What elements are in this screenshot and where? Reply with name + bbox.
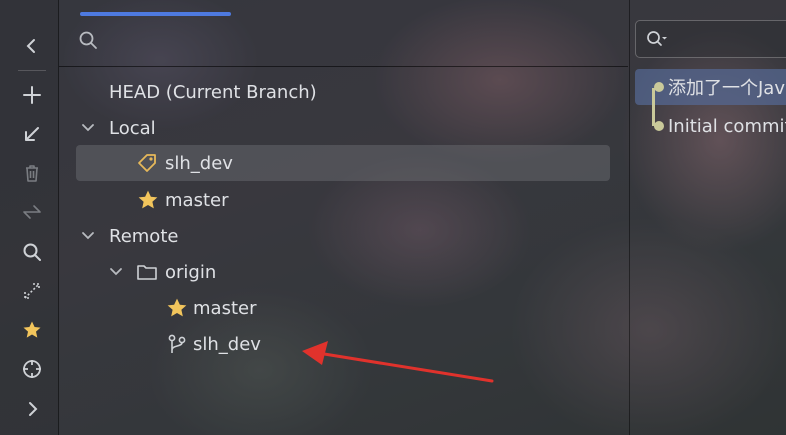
commit-graph-line [652,88,655,126]
compare-icon [24,283,40,299]
branches-toolbar [0,0,59,435]
delete-branch-button[interactable] [16,157,48,189]
annotation-arrow [302,341,494,383]
remote-group-row[interactable]: Remote [59,218,619,254]
plus-icon [23,86,41,104]
remote-branch-label: slh_dev [193,333,261,355]
favorite-button[interactable] [16,314,48,346]
search-icon [23,243,41,261]
commit-graph-node [654,121,664,131]
commit-message: Initial commit [668,115,786,137]
branch-icon [168,334,186,353]
local-branch-row[interactable]: master [59,182,619,218]
remote-group-label: Remote [109,225,179,247]
merge-button[interactable] [16,196,48,228]
star-icon [138,190,158,209]
active-tab-indicator [80,12,231,16]
trash-icon [26,165,38,182]
locate-icon [23,360,41,378]
compare-button[interactable] [16,275,48,307]
commit-message: 添加了一个Jav [668,78,785,99]
commit-log-panel: 添加了一个Jav Initial commit [629,0,786,435]
commit-row-selected[interactable]: 添加了一个Jav [635,69,786,105]
commit-search-field[interactable] [635,20,786,58]
search-branches-button[interactable] [16,236,48,268]
remote-origin-row[interactable]: origin [59,254,619,290]
new-branch-button[interactable] [16,79,48,111]
chevron-down-icon[interactable] [80,228,96,244]
folder-icon [137,265,157,280]
local-branch-label: master [165,189,229,211]
local-group-label: Local [109,117,156,139]
search-icon [79,31,97,49]
local-branch-label: slh_dev [165,152,233,174]
locate-button[interactable] [16,353,48,385]
star-icon [23,321,41,338]
branch-search-field[interactable] [59,17,628,67]
tag-icon [138,154,156,172]
chevron-down-icon[interactable] [80,120,96,136]
local-group-row[interactable]: Local [59,110,619,146]
chevron-left-icon [26,39,35,53]
merge-arrows-icon [23,205,41,219]
search-dropdown-icon[interactable] [646,30,668,48]
expand-button[interactable] [16,393,48,425]
checkout-arrow-icon [25,127,39,141]
local-branch-row-selected[interactable]: slh_dev [76,145,610,181]
toolbar-separator [18,70,46,71]
remote-branch-row[interactable]: master [59,290,619,326]
chevron-right-icon [29,402,38,416]
commit-graph-node [654,82,664,92]
remote-origin-label: origin [165,261,217,283]
commit-row[interactable]: Initial commit [635,108,786,144]
checkout-button[interactable] [16,118,48,150]
collapse-button[interactable] [16,30,48,62]
head-branch-label: HEAD (Current Branch) [109,81,317,103]
head-branch-row[interactable]: HEAD (Current Branch) [59,74,619,110]
chevron-down-icon[interactable] [108,264,124,280]
star-icon [167,298,187,317]
remote-branch-label: master [193,297,257,319]
